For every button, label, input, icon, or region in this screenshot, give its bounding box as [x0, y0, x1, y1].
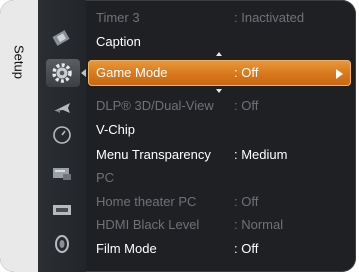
- menu-item-value: : Medium: [234, 147, 288, 162]
- menu-item-label: Home theater PC: [96, 194, 197, 209]
- setup-gear-icon[interactable]: [48, 61, 76, 85]
- menu-item-value: : Off: [234, 194, 259, 209]
- menu-item-value: : Off: [234, 241, 259, 256]
- menu-item-label: Caption: [96, 34, 141, 49]
- sound-icon[interactable]: [48, 96, 76, 120]
- scroll-up-icon: [216, 52, 222, 56]
- menu-item-game-mode[interactable]: Game Mode : Off: [88, 60, 351, 86]
- menu-item-value: : Off: [234, 98, 259, 113]
- menu-item-label: Timer 3: [96, 10, 140, 25]
- menu-item-value: : Off: [234, 65, 259, 80]
- menu-item-caption[interactable]: Caption: [86, 30, 356, 53]
- menu-item-value: : Normal: [234, 217, 284, 232]
- setup-tab: Setup: [0, 0, 38, 272]
- setup-tab-label: Setup: [11, 45, 27, 79]
- setup-menu-panel: Setup Timer 3: Inactivated Caption Game…: [0, 0, 356, 272]
- right-arrow-icon[interactable]: [336, 69, 343, 79]
- menu-item-pc[interactable]: PC: [86, 166, 356, 189]
- menu-item-menu-transparency[interactable]: Menu Transparency : Medium: [86, 143, 356, 166]
- menu-item-label: HDMI Black Level: [96, 217, 200, 232]
- menu-item-label: Menu Transparency: [96, 147, 211, 162]
- menu-item-label: PC: [96, 170, 115, 185]
- category-icon-column: [38, 0, 86, 272]
- menu-item-film-mode[interactable]: Film Mode : Off: [86, 237, 356, 260]
- menu-item-value: : Inactivated: [234, 10, 305, 25]
- menu-item-hdmi-black-level[interactable]: HDMI Black Level : Normal: [86, 213, 356, 236]
- channel-list-icon[interactable]: [48, 162, 76, 186]
- input-icon[interactable]: [48, 198, 76, 222]
- menu-item-timer-3[interactable]: Timer 3 : Inactivated: [86, 6, 356, 29]
- menu-item-label: Film Mode: [96, 241, 157, 256]
- menu-item-home-theater-pc[interactable]: Home theater PC : Off: [86, 190, 356, 213]
- menu-item-v-chip[interactable]: V-Chip: [86, 118, 356, 141]
- support-icon[interactable]: [48, 232, 76, 256]
- menu-item-label: DLP® 3D/Dual-View: [96, 98, 214, 113]
- clock-icon[interactable]: [48, 123, 76, 147]
- picture-icon[interactable]: [48, 25, 76, 49]
- menu-item-label: Game Mode: [96, 65, 168, 80]
- setup-options-list: Timer 3 : Inactivated Caption Game Mode …: [86, 0, 356, 272]
- menu-item-dlp-3d-dual-view[interactable]: DLP® 3D/Dual-View : Off: [86, 94, 356, 117]
- menu-item-label: V-Chip: [96, 122, 136, 137]
- scroll-down-icon: [216, 89, 222, 93]
